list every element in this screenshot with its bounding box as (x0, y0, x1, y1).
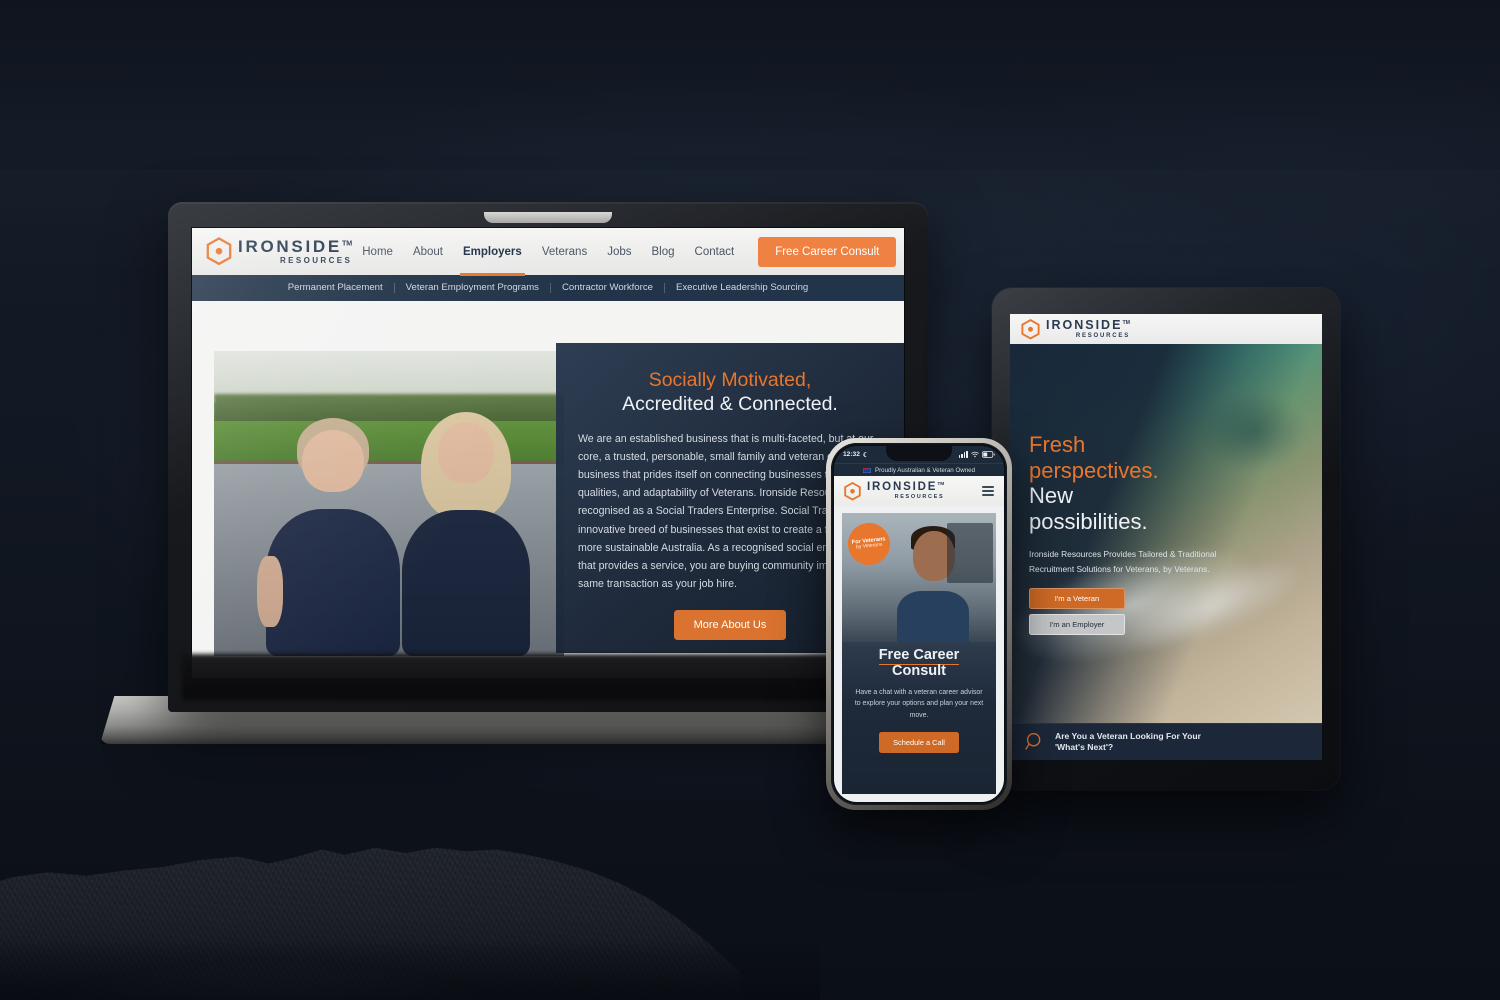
free-career-consult-card: For Veterans by Veterans Free Career Con… (842, 513, 996, 794)
phone-notch (886, 446, 952, 461)
im-an-employer-button[interactable]: I'm an Employer (1029, 613, 1125, 635)
logo-name: IRONSIDE (1046, 318, 1123, 333)
hero-heading-line1: Socially Motivated, (648, 369, 812, 391)
status-time: 12:32 (843, 451, 860, 458)
badge-line2: by Veterans (855, 541, 883, 551)
search-icon (1025, 732, 1041, 750)
phone-banner-text: Proudly Australian & Veteran Owned (874, 466, 976, 474)
battery-icon (982, 451, 995, 458)
nav-item-about[interactable]: About (403, 242, 453, 262)
heading-perspectives: perspectives. (1029, 457, 1159, 483)
logo-subtitle: RESOURCES (1075, 332, 1131, 339)
laptop-lid: IRONSIDETM RESOURCES Home About Employer… (168, 202, 928, 712)
nav-item-jobs[interactable]: Jobs (597, 242, 641, 262)
logo-subtitle: RESOURCES (894, 493, 945, 500)
phone-site-header: IRONSIDETM RESOURCES (834, 476, 1004, 506)
subnav-item-veteran-employment-programs[interactable]: Veteran Employment Programs (395, 283, 551, 293)
hero-photo-two-women (214, 351, 564, 656)
search-prompt-line1: Are You a Veteran Looking For Your (1055, 730, 1201, 741)
tablet-hero-heading: Fresh perspectives. New possibilities. (1029, 432, 1232, 534)
background-top-vignette (0, 0, 1500, 140)
more-about-us-button[interactable]: More About Us (673, 609, 787, 640)
tablet-hero-subtext: Ironside Resources Provides Tailored & T… (1029, 549, 1217, 575)
search-prompt-text: Are You a Veteran Looking For Your 'What… (1055, 731, 1201, 754)
phone-mockup: 12:32 ☾ Proudly Australian & Veteran Own… (826, 438, 1012, 810)
logo-name: IRONSIDE (867, 481, 938, 493)
subnav-item-permanent-placement[interactable]: Permanent Placement (277, 283, 395, 293)
free-career-consult-button[interactable]: Free Career Consult (758, 236, 897, 267)
tablet-hero-section: Fresh perspectives. New possibilities. I… (1010, 344, 1322, 723)
nav-item-blog[interactable]: Blog (642, 242, 685, 262)
tablet-screen: Proudly Australian & Veteran Owned IRONS… (1010, 314, 1322, 760)
laptop-page-body: Socially Motivated, Accredited & Connect… (192, 301, 904, 678)
laptop-site-header: IRONSIDETM RESOURCES Home About Employer… (192, 228, 904, 276)
card-heading-line2: Consult (892, 663, 946, 680)
logo-trademark: TM (937, 482, 945, 488)
nav-item-contact[interactable]: Contact (685, 242, 745, 262)
logo-wordmark: IRONSIDETM RESOURCES (1046, 319, 1130, 339)
im-a-veteran-button[interactable]: I'm a Veteran (1029, 587, 1125, 609)
phone-frame: 12:32 ☾ Proudly Australian & Veteran Own… (826, 438, 1012, 810)
logo-name: IRONSIDE (238, 237, 342, 256)
australian-flag-icon (862, 467, 871, 473)
subnav-item-executive-leadership-sourcing[interactable]: Executive Leadership Sourcing (665, 283, 819, 293)
card-heading: Free Career Consult (854, 646, 984, 681)
hero-heading: Socially Motivated, Accredited & Connect… (578, 369, 882, 417)
logo-laptop[interactable]: IRONSIDETM RESOURCES (206, 237, 352, 266)
tablet-hero-content: Fresh perspectives. New possibilities. I… (1029, 432, 1232, 640)
tablet-site-header: IRONSIDETM RESOURCES (1010, 314, 1322, 344)
nav-item-home[interactable]: Home (352, 242, 403, 262)
laptop-mockup: IRONSIDETM RESOURCES Home About Employer… (100, 202, 996, 744)
logo-wordmark: IRONSIDETM RESOURCES (867, 481, 945, 500)
moon-icon: ☾ (862, 451, 869, 459)
hero-heading-line2: Accredited & Connected. (622, 392, 838, 415)
logo-trademark: TM (1122, 320, 1131, 327)
rock-shadow (0, 940, 820, 1000)
heading-possibilities: possibilities. (1029, 508, 1148, 534)
heading-fresh: Fresh (1029, 432, 1086, 457)
hexagon-logo-icon (1021, 318, 1040, 340)
heading-new: New (1029, 483, 1074, 509)
scene-background: IRONSIDETM RESOURCES Home About Employer… (0, 0, 1500, 1000)
card-text-block: Free Career Consult Have a chat with a v… (842, 637, 996, 753)
logo-wordmark: IRONSIDETM RESOURCES (238, 238, 352, 265)
phone-inner-bezel: 12:32 ☾ Proudly Australian & Veteran Own… (831, 443, 1007, 805)
hamburger-menu-icon[interactable] (982, 486, 994, 496)
hexagon-logo-icon (206, 237, 232, 266)
nav-item-veterans[interactable]: Veterans (532, 242, 597, 262)
veteran-search-prompt[interactable]: Are You a Veteran Looking For Your 'What… (1010, 723, 1322, 760)
laptop-screen: IRONSIDETM RESOURCES Home About Employer… (192, 228, 904, 678)
card-heading-line1: Free Career (878, 646, 960, 665)
nav-item-employers[interactable]: Employers (453, 242, 532, 276)
phone-content-area: For Veterans by Veterans Free Career Con… (834, 506, 1004, 802)
logo-phone[interactable]: IRONSIDETM RESOURCES (844, 481, 945, 501)
laptop-keyboard (182, 654, 914, 700)
laptop-secondary-nav: Permanent Placement Veteran Employment P… (192, 275, 904, 301)
logo-subtitle: RESOURCES (279, 256, 353, 265)
laptop-primary-nav: Home About Employers Veterans Jobs Blog … (352, 242, 745, 276)
logo-tablet[interactable]: IRONSIDETM RESOURCES (1021, 318, 1130, 340)
schedule-a-call-button[interactable]: Schedule a Call (879, 731, 959, 753)
laptop-notch (484, 212, 612, 223)
subnav-item-contractor-workforce[interactable]: Contractor Workforce (551, 283, 665, 293)
cellular-signal-icon (958, 450, 968, 459)
phone-screen: 12:32 ☾ Proudly Australian & Veteran Own… (834, 446, 1004, 802)
tablet-mockup: Proudly Australian & Veteran Owned IRONS… (992, 288, 1340, 790)
logo-trademark: TM (341, 239, 353, 248)
tablet-frame: Proudly Australian & Veteran Owned IRONS… (992, 288, 1340, 790)
card-body-text: Have a chat with a veteran career adviso… (854, 689, 984, 719)
search-prompt-line2: 'What's Next'? (1055, 742, 1114, 752)
hexagon-logo-icon (844, 481, 861, 501)
phone-top-banner: Proudly Australian & Veteran Owned (834, 463, 1004, 476)
wifi-icon (971, 451, 979, 458)
